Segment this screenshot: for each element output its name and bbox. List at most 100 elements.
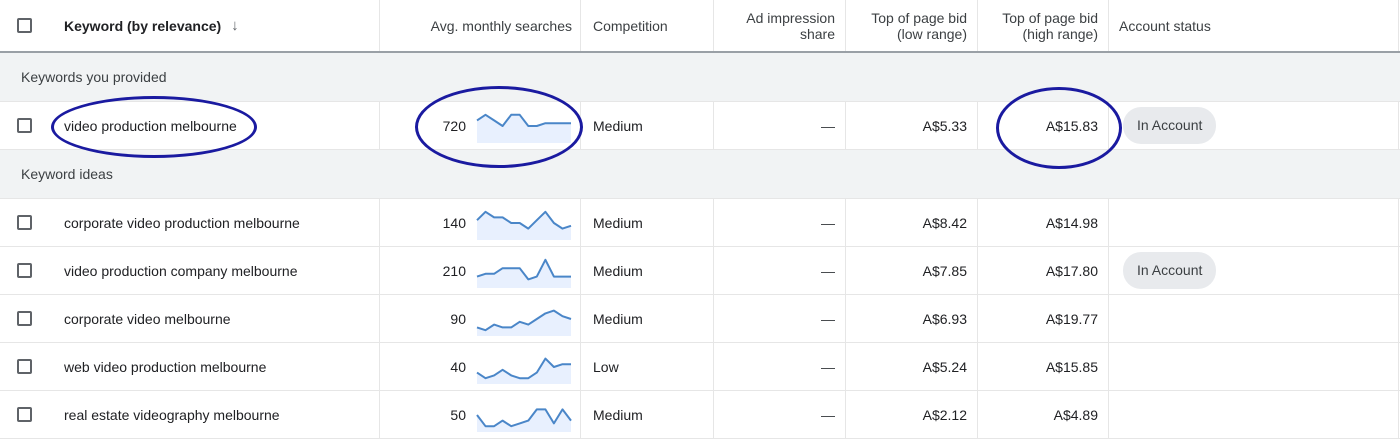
ad-share-value: —	[821, 406, 835, 423]
ad-share-cell: —	[713, 343, 845, 390]
table-row[interactable]: video production company melbourne 210 M…	[0, 247, 1400, 295]
section-keywords-provided-label: Keywords you provided	[21, 69, 167, 85]
header-ad-impression-share[interactable]: Ad impression share	[713, 0, 845, 51]
trend-sparkline[interactable]	[476, 350, 572, 384]
row-checkbox[interactable]	[16, 118, 32, 133]
ad-share-cell: —	[713, 391, 845, 438]
ad-share-value: —	[821, 262, 835, 279]
select-all-checkbox[interactable]	[16, 18, 32, 33]
table-row[interactable]: video production melbourne 720 Medium — …	[0, 102, 1400, 150]
bid-low-value: A$2.12	[922, 406, 967, 423]
avg-searches-cell: 50	[379, 391, 580, 438]
trend-sparkline[interactable]	[476, 302, 572, 336]
section-keyword-ideas: Keyword ideas	[0, 150, 1400, 199]
ad-share-cell: —	[713, 247, 845, 294]
trend-sparkline[interactable]	[476, 398, 572, 432]
bid-low-cell: A$5.24	[845, 343, 977, 390]
bid-high-value: A$17.80	[1045, 262, 1098, 279]
ad-share-value: —	[821, 117, 835, 134]
in-account-chip[interactable]: In Account	[1123, 252, 1217, 289]
account-status-cell	[1108, 295, 1398, 342]
header-bid-low[interactable]: Top of page bid (low range)	[845, 0, 977, 51]
competition-value: Medium	[593, 262, 643, 279]
competition-cell: Medium	[580, 295, 713, 342]
bid-low-cell: A$5.33	[845, 102, 977, 149]
idea-rows: corporate video production melbourne 140…	[0, 199, 1400, 439]
keyword-cell: video production company melbourne	[44, 247, 379, 294]
bid-low-value: A$6.93	[922, 310, 967, 327]
provided-rows: video production melbourne 720 Medium — …	[0, 102, 1400, 150]
account-status-cell	[1108, 343, 1398, 390]
bid-low-cell: A$8.42	[845, 199, 977, 246]
header-competition-label: Competition	[593, 17, 668, 34]
row-checkbox[interactable]	[16, 407, 32, 422]
bid-high-value: A$14.98	[1045, 214, 1098, 231]
competition-value: Medium	[593, 117, 643, 134]
keyword-text: corporate video production melbourne	[64, 214, 300, 231]
trend-sparkline[interactable]	[476, 254, 572, 288]
competition-cell: Low	[580, 343, 713, 390]
bid-high-cell: A$19.77	[977, 295, 1108, 342]
avg-searches-cell: 210	[379, 247, 580, 294]
competition-value: Low	[593, 358, 619, 375]
bid-low-cell: A$7.85	[845, 247, 977, 294]
bid-high-value: A$19.77	[1045, 310, 1098, 327]
avg-searches-value: 90	[450, 310, 466, 327]
bid-low-value: A$5.24	[922, 358, 967, 375]
row-checkbox-cell	[0, 343, 44, 390]
keyword-text: video production company melbourne	[64, 262, 298, 279]
in-account-chip[interactable]: In Account	[1123, 107, 1217, 144]
header-avg-searches[interactable]: Avg. monthly searches	[379, 0, 580, 51]
row-checkbox-cell	[0, 199, 44, 246]
header-checkbox-cell	[0, 0, 44, 51]
keyword-text: web video production melbourne	[64, 358, 267, 375]
table-header: Keyword (by relevance) ↓ Avg. monthly se…	[0, 0, 1400, 53]
keyword-text: real estate videography melbourne	[64, 406, 280, 423]
avg-searches-cell: 720	[379, 102, 580, 149]
bid-high-value: A$15.83	[1045, 117, 1098, 134]
header-bid-low-line2: (low range)	[896, 25, 967, 42]
table-row[interactable]: corporate video production melbourne 140…	[0, 199, 1400, 247]
row-checkbox[interactable]	[16, 311, 32, 326]
bid-high-cell: A$15.85	[977, 343, 1108, 390]
account-status-cell	[1108, 199, 1398, 246]
bid-high-cell: A$4.89	[977, 391, 1108, 438]
keyword-text: corporate video melbourne	[64, 310, 231, 327]
account-status-cell: In Account	[1108, 247, 1398, 294]
row-checkbox-cell	[0, 247, 44, 294]
keyword-cell: web video production melbourne	[44, 343, 379, 390]
row-checkbox[interactable]	[16, 359, 32, 374]
competition-cell: Medium	[580, 391, 713, 438]
bid-low-value: A$5.33	[922, 117, 967, 134]
ad-share-value: —	[821, 358, 835, 375]
table-row[interactable]: real estate videography melbourne 50 Med…	[0, 391, 1400, 439]
trend-sparkline[interactable]	[476, 206, 572, 240]
header-bid-high-line2: (high range)	[1022, 25, 1099, 42]
keyword-cell: corporate video production melbourne	[44, 199, 379, 246]
header-ad-share-line2: share	[799, 25, 835, 42]
row-checkbox[interactable]	[16, 215, 32, 230]
keyword-cell: video production melbourne	[44, 102, 379, 149]
avg-searches-cell: 140	[379, 199, 580, 246]
row-checkbox[interactable]	[16, 263, 32, 278]
ad-share-value: —	[821, 310, 835, 327]
competition-value: Medium	[593, 214, 643, 231]
header-keyword[interactable]: Keyword (by relevance) ↓	[44, 0, 379, 51]
competition-cell: Medium	[580, 247, 713, 294]
header-competition[interactable]: Competition	[580, 0, 713, 51]
account-status-cell: In Account	[1108, 102, 1398, 149]
header-bid-low-line1: Top of page bid	[871, 9, 967, 26]
competition-value: Medium	[593, 406, 643, 423]
table-row[interactable]: corporate video melbourne 90 Medium — A$…	[0, 295, 1400, 343]
trend-sparkline[interactable]	[476, 109, 572, 143]
competition-cell: Medium	[580, 199, 713, 246]
ad-share-cell: —	[713, 102, 845, 149]
competition-value: Medium	[593, 310, 643, 327]
sort-arrow-down-icon[interactable]: ↓	[231, 17, 239, 34]
bid-low-value: A$7.85	[922, 262, 967, 279]
header-bid-high[interactable]: Top of page bid (high range)	[977, 0, 1108, 51]
header-account-status[interactable]: Account status	[1108, 0, 1398, 51]
ad-share-value: —	[821, 214, 835, 231]
table-row[interactable]: web video production melbourne 40 Low — …	[0, 343, 1400, 391]
bid-high-cell: A$17.80	[977, 247, 1108, 294]
